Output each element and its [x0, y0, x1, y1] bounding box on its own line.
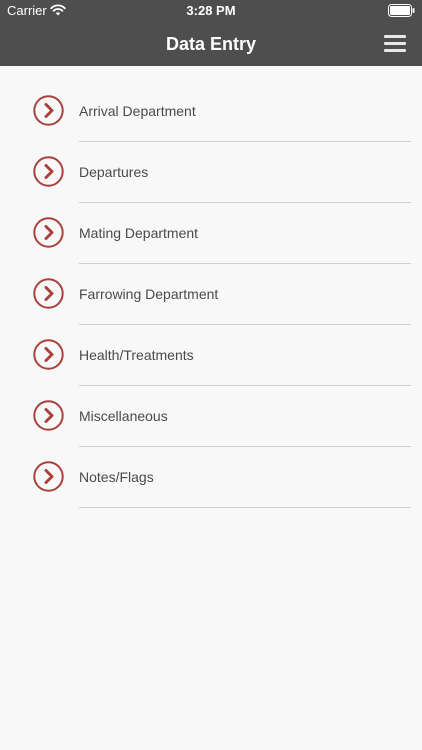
- chevron-right-circle-icon: [33, 217, 64, 248]
- list-item[interactable]: Arrival Department: [0, 66, 422, 142]
- list-item-label: Farrowing Department: [79, 286, 219, 302]
- list-item-label: Mating Department: [79, 225, 199, 241]
- chevron-right-circle-icon: [33, 95, 64, 126]
- list-item[interactable]: Health/Treatments: [0, 310, 422, 386]
- chevron-right-circle-icon: [33, 400, 64, 431]
- divider: [79, 507, 411, 508]
- hamburger-menu-icon[interactable]: [384, 33, 406, 53]
- list-item[interactable]: Miscellaneous: [0, 371, 422, 447]
- list-item[interactable]: Departures: [0, 127, 422, 203]
- list-item-label: Arrival Department: [79, 103, 196, 119]
- list-item-label: Health/Treatments: [79, 347, 194, 363]
- list-item-label: Miscellaneous: [79, 408, 168, 424]
- status-bar: Carrier 3:28 PM: [0, 0, 422, 22]
- app-header: Carrier 3:28 PM Data Entry: [0, 0, 422, 66]
- nav-bar: Data Entry: [0, 22, 422, 66]
- status-time: 3:28 PM: [186, 3, 236, 18]
- list-item[interactable]: Farrowing Department: [0, 249, 422, 325]
- chevron-right-circle-icon: [33, 339, 64, 370]
- page-title: Data Entry: [165, 34, 257, 54]
- chevron-right-circle-icon: [33, 156, 64, 187]
- chevron-right-circle-icon: [33, 278, 64, 309]
- battery-icon: [388, 4, 415, 17]
- data-entry-list: Arrival Department Departures Mating Depar…: [0, 66, 422, 508]
- list-item-label: Notes/Flags: [79, 469, 154, 485]
- list-item[interactable]: Notes/Flags: [0, 432, 422, 508]
- list-item[interactable]: Mating Department: [0, 188, 422, 264]
- list-item-label: Departures: [79, 164, 149, 180]
- chevron-right-circle-icon: [33, 461, 64, 492]
